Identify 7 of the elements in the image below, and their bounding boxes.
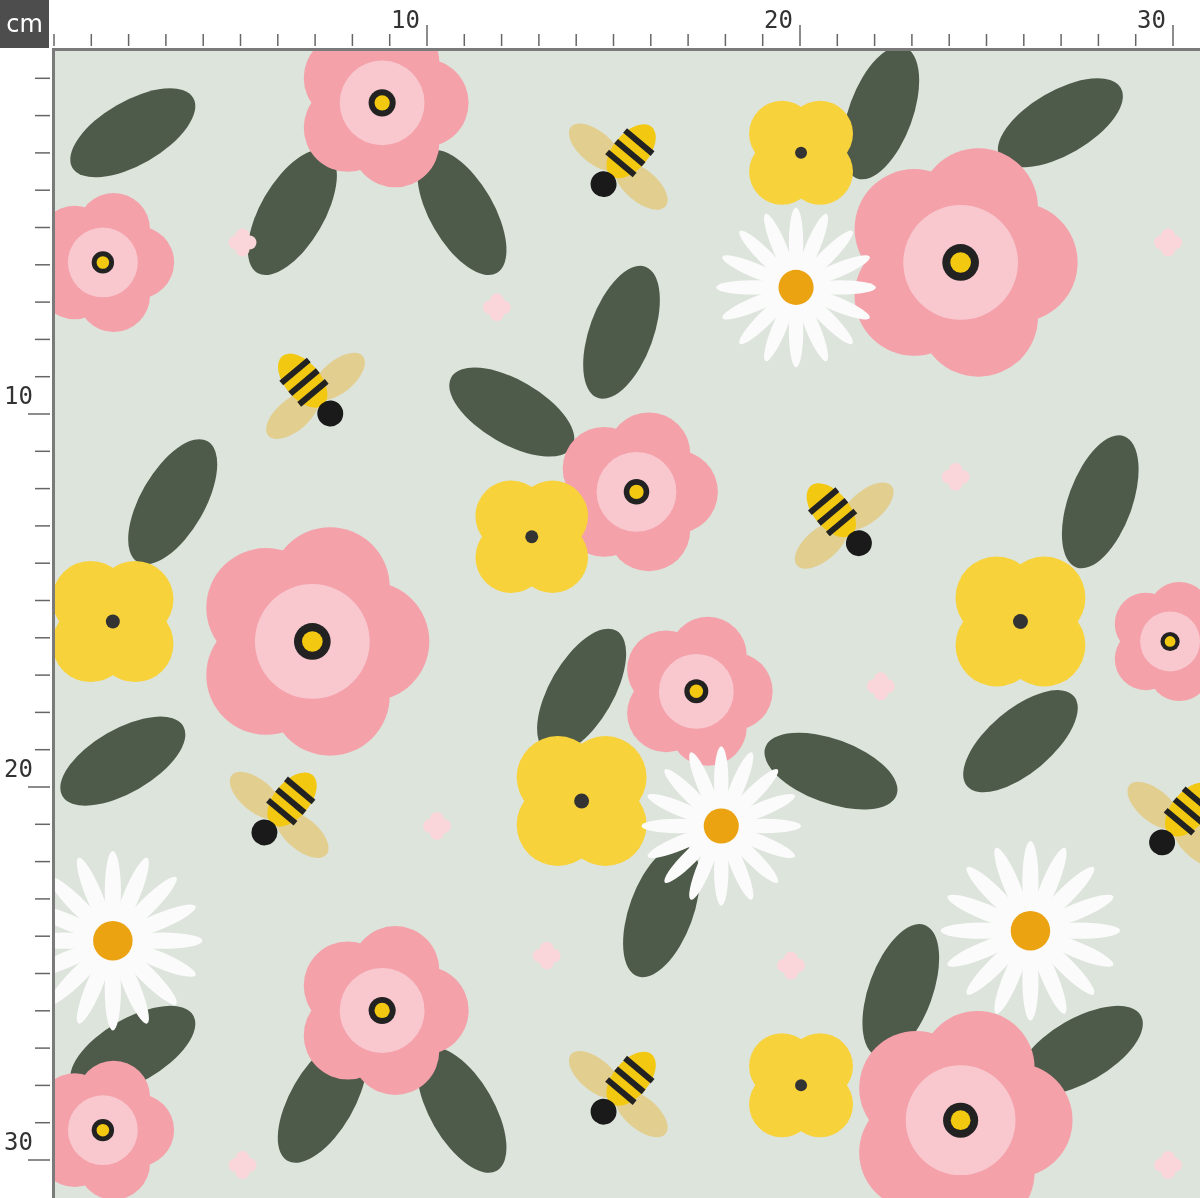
ruler-label: 10 <box>4 384 33 408</box>
ruler-label: 20 <box>4 757 33 781</box>
unit-label: cm <box>0 0 49 48</box>
ruler-label: 10 <box>391 8 420 32</box>
ruler-label: 30 <box>1137 8 1166 32</box>
ruler-label: 30 <box>4 1130 33 1154</box>
ruler-label: 20 <box>764 8 793 32</box>
